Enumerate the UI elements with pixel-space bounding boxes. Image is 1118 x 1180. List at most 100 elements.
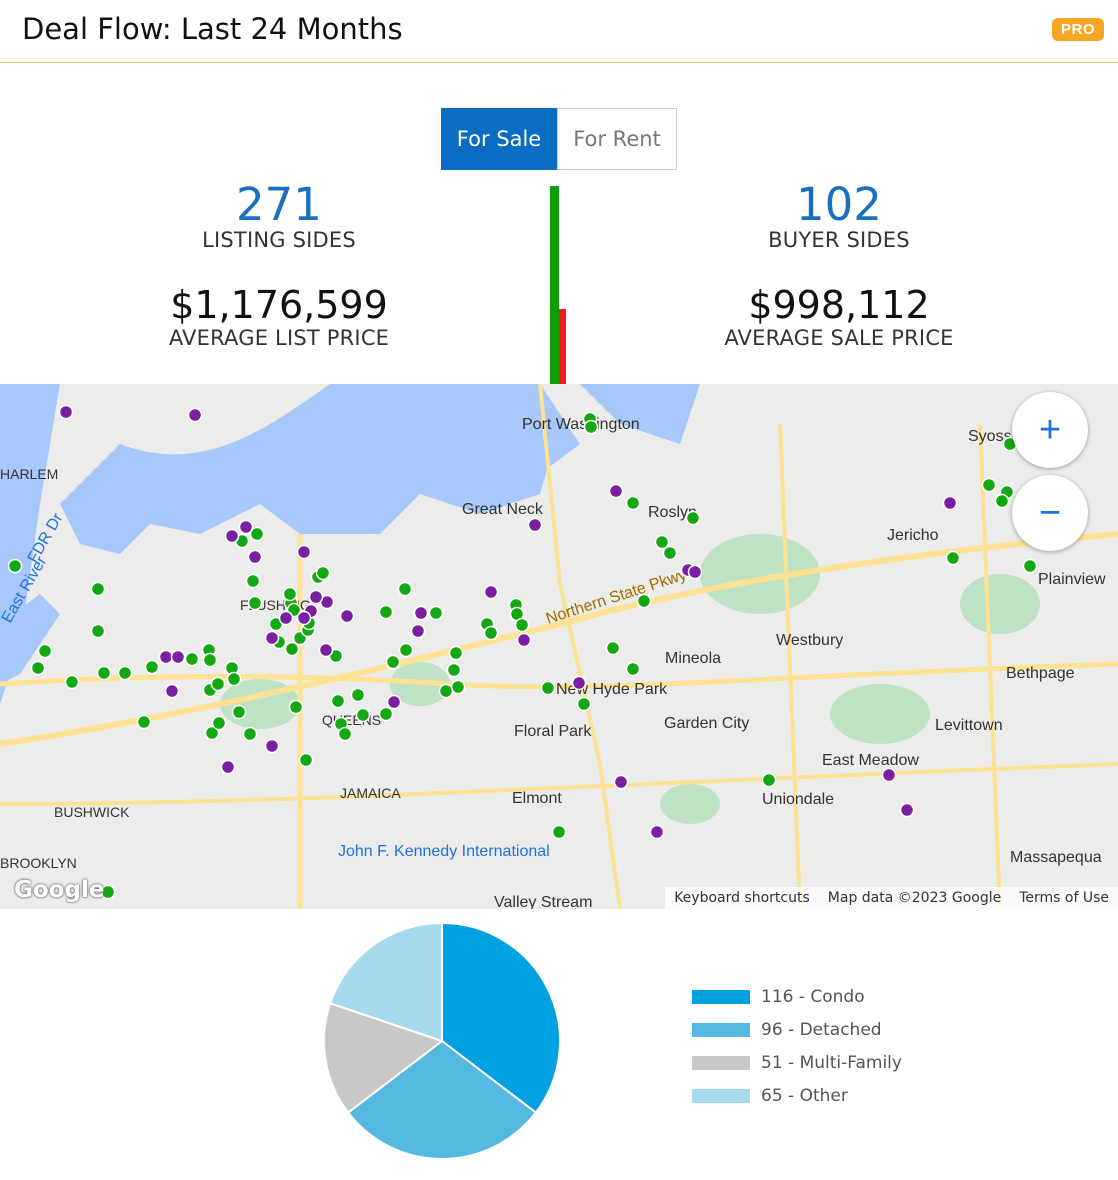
deal-marker[interactable] <box>413 605 429 621</box>
deal-map[interactable]: HARLEM Port Washington Great Neck Roslyn Jer… <box>0 384 1118 909</box>
for-rent-tab[interactable]: For Rent <box>557 108 677 170</box>
deal-marker[interactable] <box>428 605 444 621</box>
deal-marker[interactable] <box>117 665 133 681</box>
deal-marker[interactable] <box>158 649 174 665</box>
deal-marker[interactable] <box>247 549 263 565</box>
deal-marker[interactable] <box>881 767 897 783</box>
deal-marker[interactable] <box>90 623 106 639</box>
deal-marker[interactable] <box>282 586 298 602</box>
deal-marker[interactable] <box>296 610 312 626</box>
deal-marker[interactable] <box>96 665 112 681</box>
deal-marker[interactable] <box>654 534 670 550</box>
deal-marker[interactable] <box>136 714 152 730</box>
deal-marker[interactable] <box>231 704 247 720</box>
deal-marker[interactable] <box>685 510 701 526</box>
terms-of-use-link[interactable]: Terms of Use <box>1010 890 1118 906</box>
legend-item-multi-family: 51 - Multi-Family <box>692 1046 902 1079</box>
deal-marker[interactable] <box>514 617 530 633</box>
deal-marker[interactable] <box>687 564 703 580</box>
deal-marker[interactable] <box>58 404 74 420</box>
deal-marker[interactable] <box>318 642 334 658</box>
deal-marker[interactable] <box>378 706 394 722</box>
deal-marker[interactable] <box>386 694 402 710</box>
deal-marker[interactable] <box>37 643 53 659</box>
deal-marker[interactable] <box>288 699 304 715</box>
deal-marker[interactable] <box>296 544 312 560</box>
deal-marker[interactable] <box>170 649 186 665</box>
deal-marker[interactable] <box>7 558 23 574</box>
deal-marker[interactable] <box>385 654 401 670</box>
deal-marker[interactable] <box>945 550 961 566</box>
deal-marker[interactable] <box>220 759 236 775</box>
deal-marker[interactable] <box>583 419 599 435</box>
deal-marker[interactable] <box>144 659 160 675</box>
legend-label: 65 - Other <box>761 1085 848 1106</box>
map-canvas[interactable]: HARLEMPort WashingtonGreat Neck RoslynJer… <box>0 384 1118 909</box>
for-sale-tab[interactable]: For Sale <box>441 108 557 170</box>
deal-marker[interactable] <box>264 630 280 646</box>
deal-marker[interactable] <box>540 680 556 696</box>
deal-marker[interactable] <box>899 802 915 818</box>
deal-marker[interactable] <box>298 752 314 768</box>
deal-marker[interactable] <box>226 671 242 687</box>
deal-marker[interactable] <box>238 519 254 535</box>
deal-marker[interactable] <box>516 632 532 648</box>
zoom-out-button[interactable]: − <box>1012 475 1088 551</box>
deal-marker[interactable] <box>90 581 106 597</box>
deal-marker[interactable] <box>942 495 958 511</box>
deal-marker[interactable] <box>446 662 462 678</box>
map-label: Bethpage <box>1006 665 1075 682</box>
deal-marker[interactable] <box>164 683 180 699</box>
deal-marker[interactable] <box>662 545 678 561</box>
deal-marker[interactable] <box>245 573 261 589</box>
deal-marker[interactable] <box>576 696 592 712</box>
deal-marker[interactable] <box>483 625 499 641</box>
deal-marker[interactable] <box>571 675 587 691</box>
deal-marker[interactable] <box>378 604 394 620</box>
deal-marker[interactable] <box>625 495 641 511</box>
deal-marker[interactable] <box>224 528 240 544</box>
deal-marker[interactable] <box>605 640 621 656</box>
deal-marker[interactable] <box>448 645 464 661</box>
deal-marker[interactable] <box>247 595 263 611</box>
deal-marker[interactable] <box>30 660 46 676</box>
deal-marker[interactable] <box>994 493 1010 509</box>
deal-marker[interactable] <box>613 774 629 790</box>
deal-marker[interactable] <box>242 726 258 742</box>
deal-marker[interactable] <box>330 693 346 709</box>
deal-marker[interactable] <box>284 641 300 657</box>
deal-marker[interactable] <box>264 738 280 754</box>
deal-marker[interactable] <box>527 517 543 533</box>
deal-marker[interactable] <box>981 477 997 493</box>
deal-marker[interactable] <box>551 824 567 840</box>
deal-marker[interactable] <box>398 642 414 658</box>
deal-marker[interactable] <box>410 623 426 639</box>
keyboard-shortcuts-link[interactable]: Keyboard shortcuts <box>665 890 819 906</box>
deal-marker[interactable] <box>649 824 665 840</box>
deal-marker[interactable] <box>202 652 218 668</box>
deal-marker[interactable] <box>625 661 641 677</box>
map-label: Mineola <box>665 650 721 667</box>
deal-marker[interactable] <box>350 687 366 703</box>
deal-marker[interactable] <box>355 707 371 723</box>
deal-marker[interactable] <box>636 593 652 609</box>
deal-marker[interactable] <box>337 726 353 742</box>
deal-marker[interactable] <box>1022 558 1038 574</box>
deal-marker[interactable] <box>187 407 203 423</box>
deal-marker[interactable] <box>761 772 777 788</box>
deal-marker[interactable] <box>210 676 226 692</box>
deal-marker[interactable] <box>184 651 200 667</box>
deal-marker[interactable] <box>483 584 499 600</box>
deal-marker[interactable] <box>438 683 454 699</box>
deal-marker[interactable] <box>315 565 331 581</box>
deal-marker[interactable] <box>278 610 294 626</box>
deal-marker[interactable] <box>450 679 466 695</box>
deal-marker[interactable] <box>308 589 324 605</box>
zoom-in-button[interactable]: + <box>1012 392 1088 468</box>
deal-marker[interactable] <box>211 715 227 731</box>
deal-marker[interactable] <box>397 581 413 597</box>
deal-marker[interactable] <box>64 674 80 690</box>
google-logo[interactable]: Google <box>14 877 104 903</box>
deal-marker[interactable] <box>608 483 624 499</box>
deal-marker[interactable] <box>339 608 355 624</box>
